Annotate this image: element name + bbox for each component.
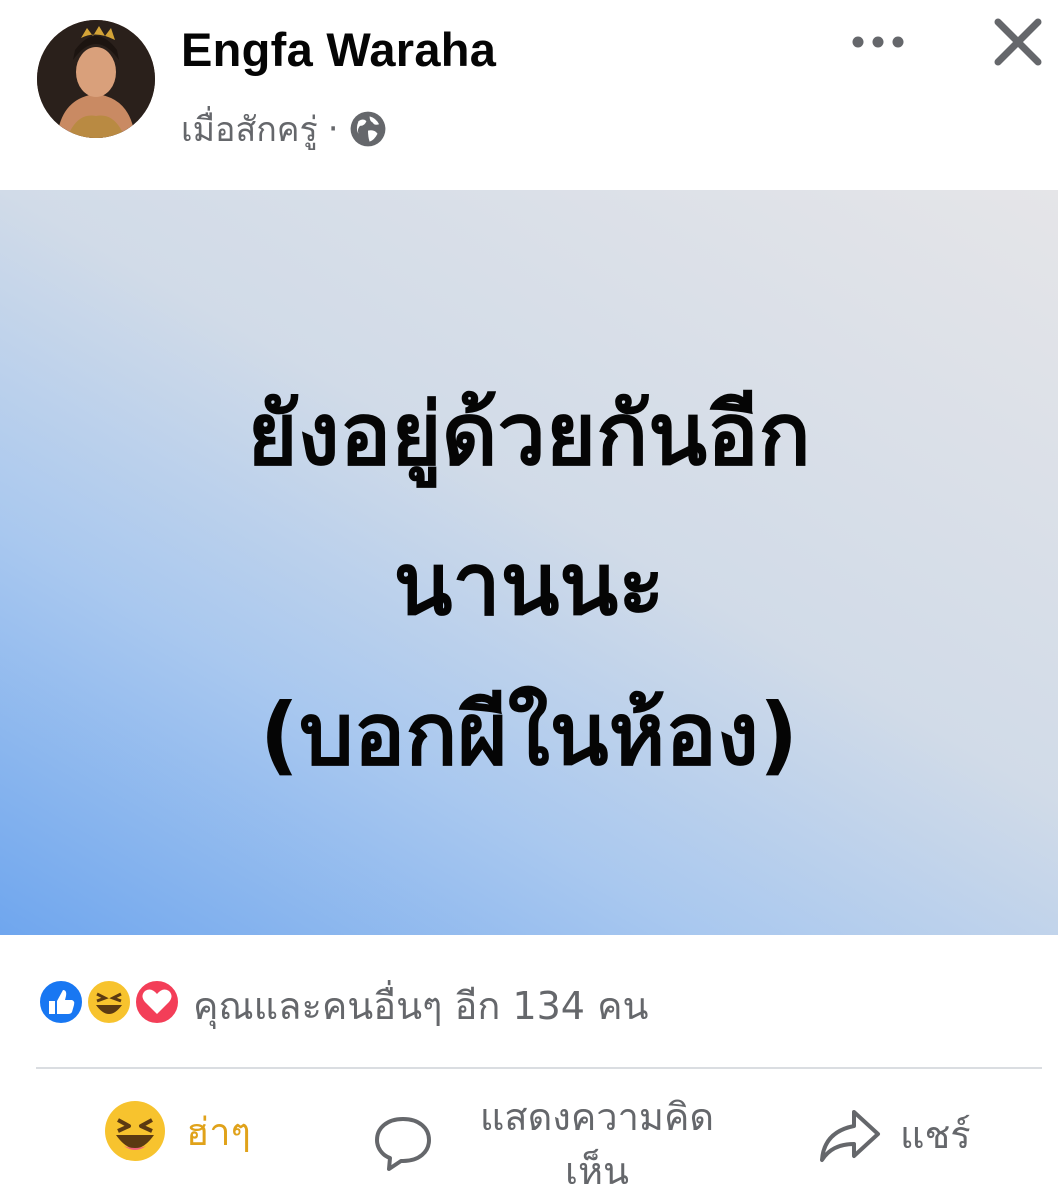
avatar-photo xyxy=(37,20,155,138)
reaction-icons[interactable] xyxy=(35,976,185,1028)
haha-reaction-button[interactable]: ฮ่าๆ xyxy=(104,1100,251,1162)
comment-icon xyxy=(375,1117,431,1171)
post-text-line: นานนะ xyxy=(393,535,665,635)
haha-label: ฮ่าๆ xyxy=(186,1109,251,1154)
post-meta: เมื่อสักครู่ · xyxy=(181,102,387,156)
comment-button[interactable]: แสดงความคิดเห็น xyxy=(372,1090,742,1198)
post-text-line: (บอกผีในห้อง) xyxy=(259,685,799,785)
more-options-icon[interactable] xyxy=(850,22,906,62)
post-timestamp[interactable]: เมื่อสักครู่ xyxy=(181,102,318,156)
reaction-summary[interactable]: คุณและคนอื่นๆ อีก 134 คน xyxy=(193,975,648,1036)
comment-label: แสดงความคิดเห็น xyxy=(479,1095,715,1193)
divider xyxy=(36,1067,1042,1069)
close-icon[interactable] xyxy=(990,14,1046,70)
meta-separator: · xyxy=(327,109,339,149)
author-name[interactable]: Engfa Waraha xyxy=(181,22,496,77)
love-icon xyxy=(132,977,182,1027)
haha-icon xyxy=(105,1101,165,1161)
haha-icon xyxy=(84,977,134,1027)
post-text-line: ยังอยู่ด้วยกันอีก xyxy=(247,385,811,485)
share-arrow-icon xyxy=(820,1109,880,1162)
share-button[interactable]: แชร์ xyxy=(818,1104,971,1165)
share-label: แชร์ xyxy=(900,1113,971,1157)
post-text: ยังอยู่ด้วยกันอีก นานนะ (บอกผีในห้อง) xyxy=(0,190,1058,810)
like-icon xyxy=(36,977,86,1027)
globe-icon xyxy=(350,111,386,147)
author-avatar[interactable] xyxy=(37,20,155,138)
